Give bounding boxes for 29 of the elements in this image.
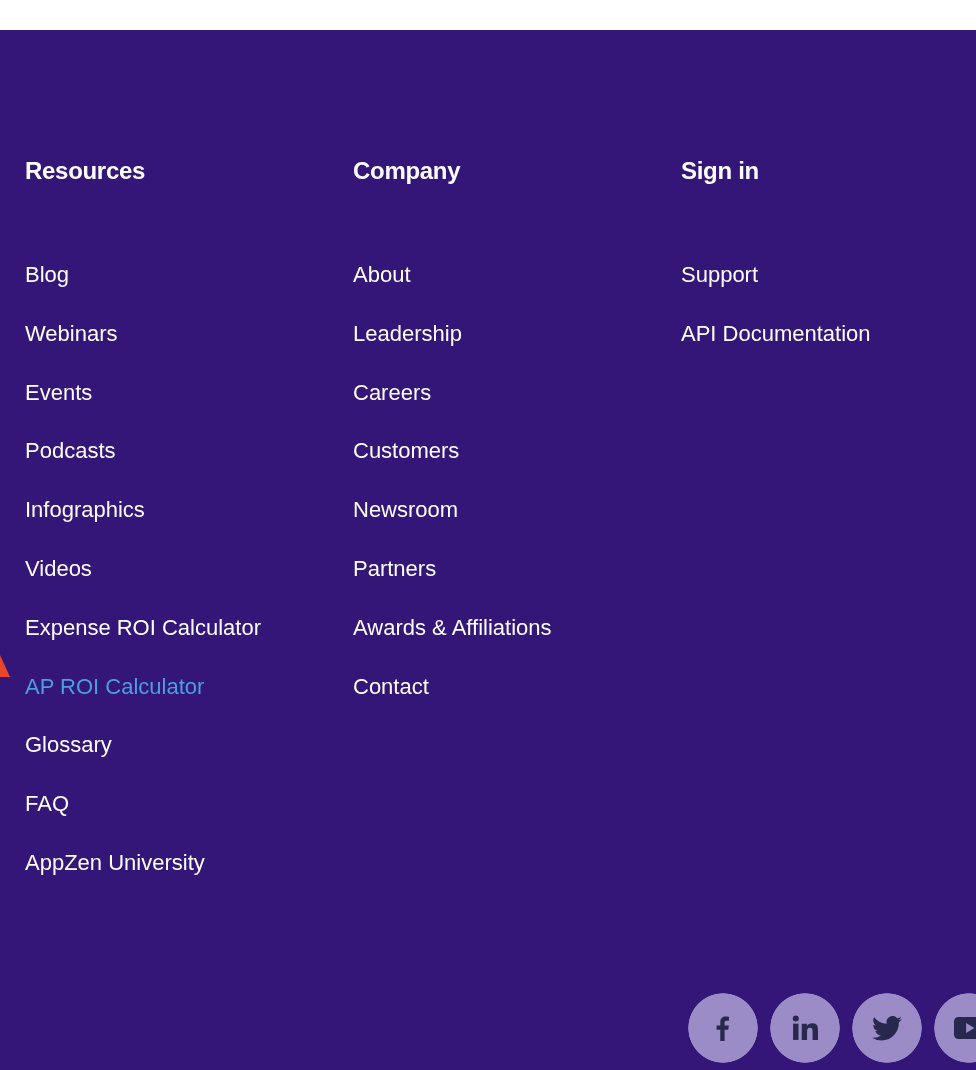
column-heading: Company bbox=[353, 157, 461, 185]
footer-link[interactable]: FAQ bbox=[25, 790, 69, 819]
footer-link[interactable]: AppZen University bbox=[25, 848, 205, 877]
footer-link[interactable]: Infographics bbox=[25, 496, 145, 525]
footer-link[interactable]: Videos bbox=[25, 555, 92, 583]
letters-in-icon bbox=[792, 1015, 818, 1041]
footer-link[interactable]: About bbox=[353, 261, 411, 289]
play-icon bbox=[953, 1017, 976, 1039]
footer-link[interactable]: Awards & Affiliations bbox=[353, 613, 552, 642]
footer-link[interactable]: Support bbox=[681, 261, 759, 289]
footer-link[interactable]: Newsroom bbox=[353, 496, 459, 525]
footer-link[interactable]: Expense ROI Calculator bbox=[25, 613, 261, 642]
footer-link[interactable]: Careers bbox=[353, 378, 432, 407]
footer-link[interactable]: Leadership bbox=[353, 319, 462, 348]
column-heading: Resources bbox=[25, 157, 146, 185]
footer-link[interactable]: Contact bbox=[353, 672, 429, 701]
footer-link[interactable]: Customers bbox=[353, 437, 460, 466]
footer-link[interactable]: API Documentation bbox=[681, 319, 871, 348]
footer-link[interactable]: Glossary bbox=[25, 731, 112, 760]
footer-link[interactable]: Blog bbox=[25, 261, 70, 289]
footer-link[interactable]: AP ROI Calculator bbox=[25, 672, 205, 701]
footer-link[interactable]: Events bbox=[25, 378, 93, 407]
column-heading: Sign in bbox=[681, 157, 759, 185]
footer-link[interactable]: Podcasts bbox=[25, 437, 116, 466]
social-button[interactable] bbox=[934, 993, 976, 1063]
footer-link[interactable]: Partners bbox=[353, 555, 437, 583]
footer-link[interactable]: Webinars bbox=[25, 319, 118, 348]
triangle-pointer-icon bbox=[0, 655, 10, 677]
bird-icon bbox=[872, 1015, 902, 1041]
